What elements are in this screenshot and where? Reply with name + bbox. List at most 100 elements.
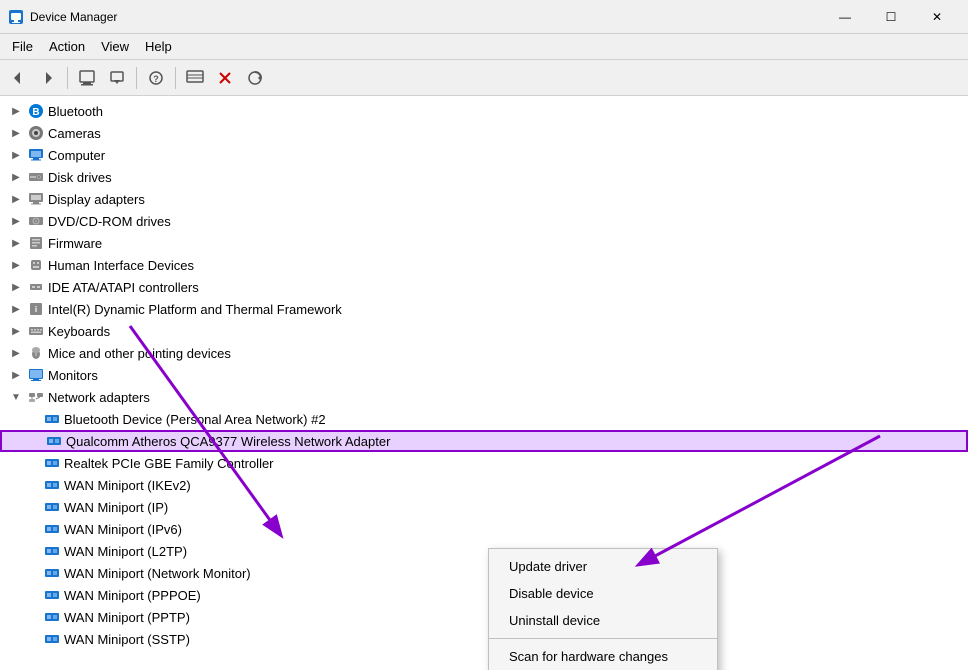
expand-dvd[interactable] <box>8 213 24 229</box>
tree-item-firmware[interactable]: Firmware <box>0 232 968 254</box>
update-driver-button[interactable] <box>103 64 131 92</box>
tree-item-realtek[interactable]: Realtek PCIe GBE Family Controller <box>0 452 968 474</box>
display-adapters-icon <box>27 190 45 208</box>
realtek-icon <box>43 454 61 472</box>
tree-item-wan-l2tp[interactable]: WAN Miniport (L2TP) <box>0 540 968 562</box>
ide-icon <box>27 278 45 296</box>
wan-ipv6-icon <box>43 520 61 538</box>
wan-pppoe-icon <box>43 586 61 604</box>
scan-hardware-button[interactable] <box>241 64 269 92</box>
back-button[interactable] <box>4 64 32 92</box>
separator-1 <box>67 67 68 89</box>
expand-wan-pptp <box>24 609 40 625</box>
tree-item-hid[interactable]: Human Interface Devices <box>0 254 968 276</box>
context-menu-update-driver[interactable]: Update driver <box>489 553 717 580</box>
tree-item-wan-pptp[interactable]: WAN Miniport (PPTP) <box>0 606 968 628</box>
tree-item-monitors[interactable]: Monitors <box>0 364 968 386</box>
tree-item-disk-drives[interactable]: Disk drives <box>0 166 968 188</box>
tree-item-cameras[interactable]: Cameras <box>0 122 968 144</box>
expand-monitors[interactable] <box>8 367 24 383</box>
expand-wan-nm <box>24 565 40 581</box>
context-menu-uninstall-device[interactable]: Uninstall device <box>489 607 717 634</box>
window-controls: — ☐ ✕ <box>822 0 960 34</box>
tree-item-bluetooth[interactable]: B Bluetooth <box>0 100 968 122</box>
tree-item-display-adapters[interactable]: Display adapters <box>0 188 968 210</box>
expand-realtek <box>24 455 40 471</box>
tree-item-dvd[interactable]: DVD/CD-ROM drives <box>0 210 968 232</box>
device-tree[interactable]: B Bluetooth Cameras <box>0 96 968 670</box>
expand-display-adapters[interactable] <box>8 191 24 207</box>
expand-network-adapters[interactable] <box>8 389 24 405</box>
expand-wan-sstp <box>24 631 40 647</box>
expand-bluetooth-pan <box>24 411 40 427</box>
cameras-icon <box>27 124 45 142</box>
title-bar: Device Manager — ☐ ✕ <box>0 0 968 34</box>
expand-mice[interactable] <box>8 345 24 361</box>
tree-item-wan-nm[interactable]: WAN Miniport (Network Monitor) <box>0 562 968 584</box>
monitors-label: Monitors <box>48 368 98 383</box>
properties-button[interactable] <box>73 64 101 92</box>
app-icon <box>8 9 24 25</box>
expand-computer[interactable] <box>8 147 24 163</box>
intel-icon: i <box>27 300 45 318</box>
network-adapters-label: Network adapters <box>48 390 150 405</box>
tree-item-wan-sstp[interactable]: WAN Miniport (SSTP) <box>0 628 968 650</box>
tree-item-wan-ip[interactable]: WAN Miniport (IP) <box>0 496 968 518</box>
tree-item-wan-ikev2[interactable]: WAN Miniport (IKEv2) <box>0 474 968 496</box>
tree-item-computer[interactable]: Computer <box>0 144 968 166</box>
uninstall-button[interactable] <box>211 64 239 92</box>
svg-text:B: B <box>32 107 39 118</box>
tree-item-keyboards[interactable]: Keyboards <box>0 320 968 342</box>
disk-drives-icon <box>27 168 45 186</box>
expand-keyboards[interactable] <box>8 323 24 339</box>
separator-3 <box>175 67 176 89</box>
context-menu-disable-device[interactable]: Disable device <box>489 580 717 607</box>
wan-pptp-icon <box>43 608 61 626</box>
tree-item-network-adapters[interactable]: Network adapters <box>0 386 968 408</box>
tree-item-wan-ipv6[interactable]: WAN Miniport (IPv6) <box>0 518 968 540</box>
tree-item-ide[interactable]: IDE ATA/ATAPI controllers <box>0 276 968 298</box>
context-menu-scan-hardware[interactable]: Scan for hardware changes <box>489 643 717 670</box>
hid-icon <box>27 256 45 274</box>
wan-sstp-label: WAN Miniport (SSTP) <box>64 632 190 647</box>
maximize-button[interactable]: ☐ <box>868 0 914 34</box>
menu-view[interactable]: View <box>93 37 137 56</box>
menu-help[interactable]: Help <box>137 37 180 56</box>
wan-l2tp-icon <box>43 542 61 560</box>
display-adapters-label: Display adapters <box>48 192 145 207</box>
wan-l2tp-label: WAN Miniport (L2TP) <box>64 544 187 559</box>
bluetooth-pan-label: Bluetooth Device (Personal Area Network)… <box>64 412 326 427</box>
tree-item-bluetooth-pan[interactable]: Bluetooth Device (Personal Area Network)… <box>0 408 968 430</box>
ide-label: IDE ATA/ATAPI controllers <box>48 280 199 295</box>
intel-label: Intel(R) Dynamic Platform and Thermal Fr… <box>48 302 342 317</box>
expand-bluetooth[interactable] <box>8 103 24 119</box>
wan-ip-icon <box>43 498 61 516</box>
separator-2 <box>136 67 137 89</box>
menu-file[interactable]: File <box>4 37 41 56</box>
firmware-icon <box>27 234 45 252</box>
hid-label: Human Interface Devices <box>48 258 194 273</box>
tree-item-mice[interactable]: Mice and other pointing devices <box>0 342 968 364</box>
mice-label: Mice and other pointing devices <box>48 346 231 361</box>
expand-hid[interactable] <box>8 257 24 273</box>
tree-item-qualcomm[interactable]: Qualcomm Atheros QCA9377 Wireless Networ… <box>0 430 968 452</box>
wan-nm-icon <box>43 564 61 582</box>
expand-disk-drives[interactable] <box>8 169 24 185</box>
tree-item-wan-pppoe[interactable]: WAN Miniport (PPPOE) <box>0 584 968 606</box>
expand-cameras[interactable] <box>8 125 24 141</box>
expand-wan-ip <box>24 499 40 515</box>
window-title: Device Manager <box>30 10 822 24</box>
bluetooth-label: Bluetooth <box>48 104 103 119</box>
expand-intel[interactable] <box>8 301 24 317</box>
minimize-button[interactable]: — <box>822 0 868 34</box>
menu-action[interactable]: Action <box>41 37 93 56</box>
expand-ide[interactable] <box>8 279 24 295</box>
show-hidden-button[interactable] <box>181 64 209 92</box>
dvd-label: DVD/CD-ROM drives <box>48 214 171 229</box>
expand-firmware[interactable] <box>8 235 24 251</box>
help-button[interactable]: ? <box>142 64 170 92</box>
context-menu: Update driver Disable device Uninstall d… <box>488 548 718 670</box>
forward-button[interactable] <box>34 64 62 92</box>
close-button[interactable]: ✕ <box>914 0 960 34</box>
tree-item-intel[interactable]: i Intel(R) Dynamic Platform and Thermal … <box>0 298 968 320</box>
